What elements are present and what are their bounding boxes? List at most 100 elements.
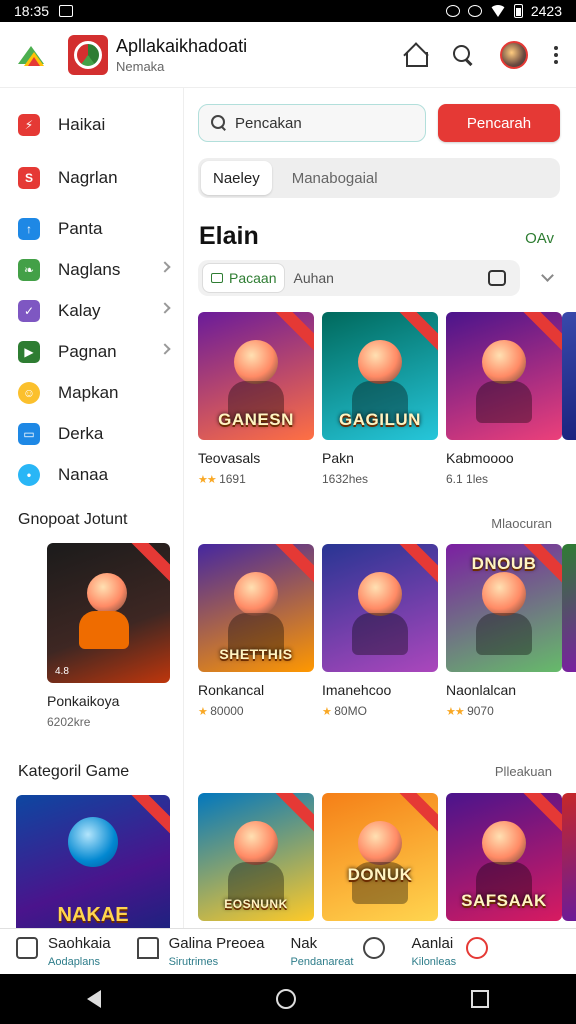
search-icon[interactable] [452, 44, 474, 66]
game-thumbnail: GANESN [198, 312, 314, 440]
game-card[interactable]: Imanehcoo ★ 80MO [322, 544, 438, 718]
sidebar-item-label: Nagrlan [58, 167, 118, 187]
system-nav-bar [0, 974, 576, 1024]
game-logo-text: EOSNUNK [224, 897, 288, 911]
check-icon: ✓ [18, 299, 40, 322]
chevron-down-icon[interactable] [541, 269, 554, 282]
search-input[interactable]: Pencakan [198, 104, 426, 142]
game-card[interactable]: DNOUB Naonlalcan ★★ 9070 [446, 544, 562, 718]
tab-manabogaial[interactable]: Manabogaial [280, 161, 390, 195]
game-thumbnail: GAGILUN [322, 312, 438, 440]
game-card[interactable]: EOSNUNK [198, 793, 314, 921]
game-logo-text: GAGILUN [339, 410, 421, 429]
game-title: Ponkaikoya [47, 693, 120, 709]
more-link[interactable]: Plleakuan [495, 764, 552, 779]
sidebar-item-nagrlan[interactable]: S Nagrlan [0, 157, 183, 198]
chat-icon: • [18, 463, 40, 486]
sidebar-item-pagnan[interactable]: ▶ Pagnan [0, 331, 183, 372]
game-card[interactable]: SHETTHIS Ronkancal ★ 80000 [198, 544, 314, 718]
nav-label: Saohkaia [48, 935, 111, 952]
sidebar-item-label: Haikai [58, 114, 106, 134]
arrow-icon: ↑ [18, 217, 40, 240]
game-rating: 80000 [210, 704, 244, 718]
home-icon [136, 937, 159, 959]
flag-icon: ▶ [18, 340, 40, 363]
game-card-partial[interactable] [562, 544, 576, 672]
star-icon: ★ [198, 706, 208, 718]
game-subtitle: 6202kre [47, 715, 91, 729]
sidebar-item-derka[interactable]: ▭ Derka [0, 413, 183, 454]
sidebar-item-label: Naglans [58, 259, 121, 279]
more-link[interactable]: Mlaocuran [491, 516, 552, 531]
sidebar-item-panta[interactable]: ↑ Panta [0, 208, 183, 249]
game-thumbnail: DONUK [322, 793, 438, 921]
fire-icon: S [18, 166, 40, 189]
game-thumbnail: 4.8 [47, 543, 170, 683]
game-logo-text: NAKAE [57, 904, 129, 926]
tab-naeley[interactable]: Naeley [201, 161, 272, 195]
search-button[interactable]: Pencarah [438, 104, 560, 142]
sidebar-item-haikai[interactable]: ⚡ Haikai [0, 104, 183, 145]
leaf-icon: ❧ [18, 258, 40, 281]
sidebar-item-nanaa[interactable]: • Nanaa [0, 454, 183, 495]
game-row-3: EOSNUNK DONUK SAFSAAK [198, 793, 562, 921]
wifi-icon [489, 5, 506, 17]
game-rating: 6.1 1les [446, 472, 489, 486]
sidebar-item-naglans[interactable]: ❧ Naglans [0, 249, 183, 290]
store-logo-icon[interactable] [16, 40, 46, 70]
search-placeholder: Pencakan [235, 114, 302, 132]
section-link[interactable]: OAv [525, 230, 554, 247]
nav-item-saohkaia[interactable]: Saohkaia Aodaplans [16, 935, 111, 968]
game-rating: 1632hes [322, 472, 369, 486]
back-icon[interactable] [87, 990, 102, 1008]
bolt-icon: ⚡ [18, 113, 40, 136]
filter-chip[interactable]: Pacaan [202, 263, 286, 293]
sidebar-item-label: Derka [58, 423, 104, 443]
sidebar-item-label: Pagnan [58, 341, 117, 361]
game-card[interactable]: SAFSAAK [446, 793, 562, 921]
game-logo-text: DONUK [347, 865, 413, 884]
game-row-1: GANESN Teovasals ★★ 1691 GAGILUN Pakn 16… [198, 312, 562, 486]
home-icon[interactable] [404, 44, 428, 67]
chevron-right-icon [159, 343, 171, 355]
featured-game-card[interactable]: 4.8 Ponkaikoya 6202kre [47, 543, 170, 729]
avatar[interactable] [500, 40, 528, 69]
game-thumbnail: DNOUB [446, 544, 562, 672]
app-bar: Apllakaikhadoati Nemaka [0, 22, 576, 88]
battery-icon [513, 4, 523, 18]
nav-item-galina-preoea[interactable]: Galina Preoea Sirutrimes [136, 935, 264, 968]
game-card[interactable]: Kabmoooo 6.1 1les [446, 312, 562, 486]
app-icon[interactable] [68, 34, 108, 75]
game-rating: 80MO [334, 704, 367, 718]
chevron-right-icon [159, 261, 171, 273]
game-thumbnail: SAFSAAK [446, 793, 562, 921]
nav-item-aanlai[interactable]: Aanlai Kilonleas [411, 935, 489, 968]
clock-icon [467, 5, 482, 17]
star-icon: ★★ [446, 706, 465, 718]
game-logo-text: SHETTHIS [219, 646, 293, 662]
game-row-2: SHETTHIS Ronkancal ★ 80000 Imanehcoo ★ 8… [198, 544, 562, 718]
card-icon: ▭ [18, 422, 40, 445]
home-circle-icon[interactable] [275, 989, 296, 1009]
game-card[interactable]: GANESN Teovasals ★★ 1691 [198, 312, 314, 486]
game-card-partial[interactable] [562, 312, 576, 440]
nav-item-nak[interactable]: Nak Pendanareat [290, 935, 386, 968]
gamepad-icon [211, 273, 223, 283]
game-card[interactable]: GAGILUN Pakn 1632hes [322, 312, 438, 486]
heart-icon [363, 937, 386, 959]
sidebar-item-kalay[interactable]: ✓ Kalay [0, 290, 183, 331]
game-rating: 9070 [467, 704, 494, 718]
game-card-partial[interactable] [562, 793, 576, 921]
filter-icon[interactable] [488, 270, 506, 286]
recents-icon[interactable] [470, 990, 489, 1008]
tab-bar: Naeley Manabogaial [198, 158, 560, 198]
game-title: Teovasals [198, 450, 261, 466]
nav-sublabel: Aodaplans [48, 956, 100, 968]
sidebar-item-mapkan[interactable]: ☺ Mapkan [0, 372, 183, 413]
sidebar: ⚡ Haikai S Nagrlan ↑ Panta ❧ Naglans ✓ K… [0, 88, 184, 935]
category-game-card[interactable]: NAKAE [16, 795, 170, 935]
game-thumbnail: SHETTHIS [198, 544, 314, 672]
game-card[interactable]: DONUK [322, 793, 438, 921]
more-vert-icon[interactable] [554, 45, 558, 64]
game-logo-text: SAFSAAK [461, 891, 547, 910]
